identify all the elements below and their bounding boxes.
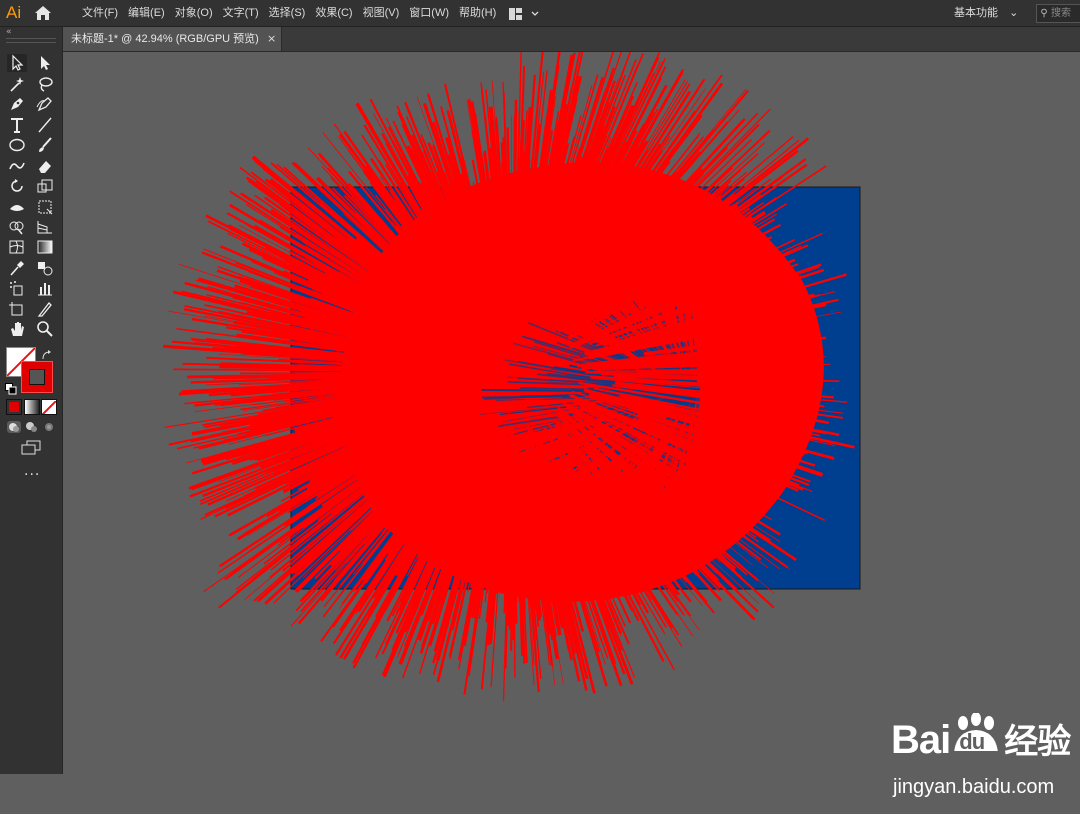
search-icon: ⚲ xyxy=(1037,5,1051,22)
search-input[interactable]: ⚲搜索 xyxy=(1036,4,1080,23)
panel-grip[interactable] xyxy=(6,38,56,43)
document-tab[interactable]: 未标题-1* @ 42.94% (RGB/GPU 预览) × xyxy=(63,27,282,51)
draw-behind-icon[interactable] xyxy=(24,419,40,433)
workspace-switcher[interactable]: 基本功能 ⌄ xyxy=(954,0,1018,26)
type-tool-icon[interactable] xyxy=(7,116,27,134)
none-mode-button[interactable] xyxy=(41,399,57,415)
eyedropper-tool-icon[interactable] xyxy=(7,259,27,277)
magic-wand-tool-icon[interactable] xyxy=(7,75,27,93)
ellipse-tool-icon[interactable] xyxy=(7,136,27,154)
menu-bar: Ai 文件(F) 编辑(E) 对象(O) 文字(T) 选择(S) 效果(C) 视… xyxy=(0,0,1080,27)
menu-help[interactable]: 帮助(H) xyxy=(454,0,501,26)
watermark-brand: Bai du 经验 xyxy=(891,714,1070,763)
default-fill-stroke-icon[interactable] xyxy=(5,380,17,392)
close-icon[interactable]: × xyxy=(267,27,276,51)
swap-fill-stroke-icon[interactable] xyxy=(40,346,54,358)
scale-tool-icon[interactable] xyxy=(35,177,55,195)
menu-view[interactable]: 视图(V) xyxy=(358,0,405,26)
zoom-tool-icon[interactable] xyxy=(35,320,55,338)
selection-tool-icon[interactable] xyxy=(7,54,27,72)
shape-builder-tool-icon[interactable] xyxy=(7,218,27,236)
menu-type[interactable]: 文字(T) xyxy=(218,0,264,26)
canvas-area[interactable]: Bai du 经验 jingyan.baidu.com xyxy=(63,52,1080,774)
edit-toolbar-icon[interactable]: ... xyxy=(24,463,40,479)
line-tool-icon[interactable] xyxy=(35,116,55,134)
width-tool-icon[interactable] xyxy=(7,198,27,216)
artboard-tool-icon[interactable] xyxy=(7,300,27,318)
menu-window[interactable]: 窗口(W) xyxy=(404,0,454,26)
menu-file[interactable]: 文件(F) xyxy=(77,0,123,26)
tools-panel: « xyxy=(0,27,63,774)
gradient-mode-button[interactable] xyxy=(24,399,40,415)
perspective-grid-tool-icon[interactable] xyxy=(35,218,55,236)
search-placeholder: 搜索 xyxy=(1051,8,1071,19)
menu-effect[interactable]: 效果(C) xyxy=(310,0,357,26)
paw-icon: du xyxy=(950,719,1004,757)
chevron-down-icon: ⌄ xyxy=(1009,7,1018,19)
shaper-tool-icon[interactable] xyxy=(7,157,27,175)
slice-tool-icon[interactable] xyxy=(35,300,55,318)
menu-select[interactable]: 选择(S) xyxy=(264,0,311,26)
menu-edit[interactable]: 编辑(E) xyxy=(123,0,170,26)
document-tab-bar: 未标题-1* @ 42.94% (RGB/GPU 预览) × xyxy=(63,27,1080,52)
rotate-tool-icon[interactable] xyxy=(7,177,27,195)
paintbrush-tool-icon[interactable] xyxy=(35,136,55,154)
color-mode-button[interactable] xyxy=(6,399,22,415)
document-tab-title: 未标题-1* @ 42.94% (RGB/GPU 预览) xyxy=(71,27,259,51)
main-menu: 文件(F) 编辑(E) 对象(O) 文字(T) 选择(S) 效果(C) 视图(V… xyxy=(77,0,501,26)
symbol-sprayer-tool-icon[interactable] xyxy=(7,279,27,297)
menu-object[interactable]: 对象(O) xyxy=(170,0,218,26)
lasso-tool-icon[interactable] xyxy=(35,75,55,93)
draw-inside-icon[interactable] xyxy=(42,419,58,433)
curvature-tool-icon[interactable] xyxy=(35,95,55,113)
screen-mode-icon[interactable] xyxy=(20,440,42,456)
baidu-jingyan-watermark: Bai du 经验 jingyan.baidu.com xyxy=(891,714,1080,814)
mesh-tool-icon[interactable] xyxy=(7,238,27,256)
app-logo[interactable]: Ai xyxy=(6,3,21,23)
arrange-documents-icon[interactable] xyxy=(508,6,542,20)
draw-normal-icon[interactable] xyxy=(6,419,22,433)
pen-tool-icon[interactable] xyxy=(7,95,27,113)
free-transform-tool-icon[interactable] xyxy=(35,198,55,216)
blend-tool-icon[interactable] xyxy=(35,259,55,277)
burst-stroke xyxy=(593,371,685,372)
red-burst-group[interactable] xyxy=(163,52,854,701)
burst-stroke xyxy=(512,190,513,293)
workspace-label: 基本功能 xyxy=(954,7,998,19)
stroke-swatch[interactable] xyxy=(21,361,53,393)
column-graph-tool-icon[interactable] xyxy=(35,279,55,297)
watermark-url: jingyan.baidu.com xyxy=(893,776,1054,799)
gradient-tool-icon[interactable] xyxy=(35,238,55,256)
home-icon[interactable] xyxy=(34,5,52,21)
hand-tool-icon[interactable] xyxy=(7,320,27,338)
collapse-panel-icon[interactable]: « xyxy=(6,27,12,37)
direct-selection-tool-icon[interactable] xyxy=(35,54,55,72)
artwork[interactable] xyxy=(63,52,1080,774)
eraser-tool-icon[interactable] xyxy=(35,157,55,175)
